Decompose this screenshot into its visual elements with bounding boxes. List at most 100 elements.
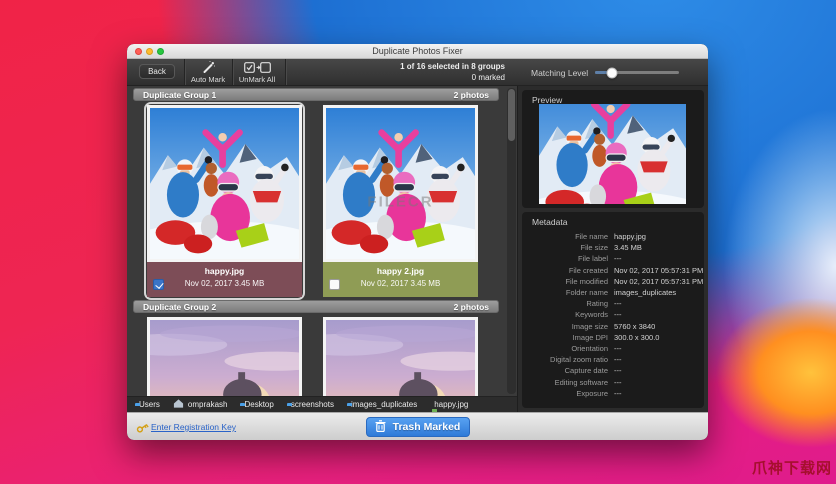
metadata-label: Image size <box>522 322 608 331</box>
title-bar[interactable]: Duplicate Photos Fixer <box>127 44 708 59</box>
metadata-row: Digital zoom ratio --- <box>522 354 704 365</box>
photo-thumbnail[interactable] <box>147 317 302 396</box>
photo-card[interactable]: FILECR happy 2.jpg Nov 02, 2017 3.45 MB <box>323 105 478 297</box>
metadata-label: File modified <box>522 277 608 286</box>
unmark-checkbox-icon <box>234 61 280 74</box>
window-title: Duplicate Photos Fixer <box>127 44 708 59</box>
metadata-value: Nov 02, 2017 05:57:31 PM <box>614 277 703 286</box>
metadata-row: File modified Nov 02, 2017 05:57:31 PM <box>522 276 704 287</box>
auto-mark-label: Auto Mark <box>185 75 231 84</box>
home-icon <box>173 398 184 411</box>
metadata-label: File label <box>522 254 608 263</box>
metadata-value: images_duplicates <box>614 288 676 297</box>
matching-level-slider[interactable] <box>595 71 679 74</box>
enter-registration-key-link[interactable]: Enter Registration Key <box>151 422 236 432</box>
group-title: Duplicate Group 1 <box>143 90 216 100</box>
trash-marked-button[interactable]: Trash Marked <box>366 417 470 437</box>
path-item-label: Desktop <box>244 400 273 409</box>
metadata-value: Nov 02, 2017 05:57:31 PM <box>614 266 703 275</box>
metadata-row: Keywords --- <box>522 309 704 320</box>
photo-card[interactable] <box>147 317 302 396</box>
unmark-all-button[interactable]: UnMark All <box>234 61 280 84</box>
metadata-label: Keywords <box>522 310 608 319</box>
metadata-row: Editing software --- <box>522 376 704 387</box>
photo-watermark: FILECR <box>367 193 433 210</box>
matching-level-label: Matching Level <box>531 68 588 78</box>
metadata-label: Capture date <box>522 366 608 375</box>
selection-stats: 1 of 16 selected in 8 groups 0 marked <box>400 62 505 82</box>
metadata-label: Editing software <box>522 378 608 387</box>
metadata-title: Metadata <box>522 212 704 227</box>
selection-summary: 1 of 16 selected in 8 groups <box>400 62 505 71</box>
metadata-value: --- <box>614 355 622 364</box>
metadata-label: Digital zoom ratio <box>522 355 608 364</box>
photo-thumbnail[interactable] <box>323 317 478 396</box>
group-title: Duplicate Group 2 <box>143 302 216 312</box>
metadata-value: --- <box>614 378 622 387</box>
photo-filename: happy 2.jpg <box>323 266 478 276</box>
path-item[interactable]: images_duplicates <box>347 400 417 409</box>
metadata-row: Image DPI 300.0 x 300.0 <box>522 332 704 343</box>
path-item-label: omprakash <box>188 400 228 409</box>
trash-icon <box>375 420 386 435</box>
photo-info: Nov 02, 2017 3.45 MB <box>323 279 478 288</box>
metadata-label: File created <box>522 266 608 275</box>
toolbar-separator <box>232 59 233 85</box>
path-item[interactable]: Desktop <box>240 400 273 409</box>
path-item[interactable]: Users <box>135 400 160 409</box>
photo-thumbnail[interactable] <box>147 105 302 262</box>
magic-wand-icon <box>185 61 231 74</box>
group-header: Duplicate Group 2 2 photos <box>133 300 499 313</box>
mark-checkbox[interactable] <box>153 279 164 290</box>
bottom-bar: Enter Registration Key Trash Marked <box>127 412 708 440</box>
metadata-row: Exposure--- <box>522 388 704 399</box>
preview-image <box>539 104 686 204</box>
unmark-all-label: UnMark All <box>234 75 280 84</box>
metadata-value: happy.jpg <box>614 232 646 241</box>
key-icon <box>136 421 149 439</box>
app-window: Duplicate Photos Fixer Back Auto Mark <box>127 44 708 440</box>
metadata-row: Rating --- <box>522 298 704 309</box>
path-item-label: images_duplicates <box>351 400 417 409</box>
site-watermark: 爪神下载网 <box>752 457 832 478</box>
scrollbar[interactable] <box>507 88 516 394</box>
path-item[interactable]: omprakash <box>173 398 228 411</box>
mark-checkbox[interactable] <box>329 279 340 290</box>
marked-summary: 0 marked <box>400 73 505 82</box>
metadata-value: 3.45 MB <box>614 243 642 252</box>
details-panel: Preview Metadata File namehappy.jpgFile … <box>517 86 708 412</box>
photo-thumbnail[interactable]: FILECR <box>323 105 478 262</box>
auto-mark-button[interactable]: Auto Mark <box>185 61 231 84</box>
metadata-label: File name <box>522 232 608 241</box>
metadata-label: File size <box>522 243 608 252</box>
photo-card[interactable]: happy.jpg Nov 02, 2017 3.45 MB <box>147 105 302 297</box>
path-item-label: Users <box>139 400 160 409</box>
metadata-value: --- <box>614 299 622 308</box>
path-item-label: screenshots <box>291 400 334 409</box>
metadata-label: Image DPI <box>522 333 608 342</box>
metadata-label: Orientation <box>522 344 608 353</box>
content-area: Duplicate Group 1 2 photos happy.jpg Nov… <box>127 86 708 412</box>
metadata-row: Orientation --- <box>522 343 704 354</box>
back-button[interactable]: Back <box>139 64 175 79</box>
photo-card[interactable] <box>323 317 478 396</box>
metadata-row: File size 3.45 MB <box>522 242 704 253</box>
toolbar-separator <box>285 59 286 85</box>
metadata-value: --- <box>614 310 622 319</box>
metadata-value: 300.0 x 300.0 <box>614 333 659 342</box>
duplicate-groups-scroll[interactable]: Duplicate Group 1 2 photos happy.jpg Nov… <box>127 86 517 396</box>
preview-title: Preview <box>522 90 704 105</box>
metadata-label: Rating <box>522 299 608 308</box>
duplicates-list-panel: Duplicate Group 1 2 photos happy.jpg Nov… <box>127 86 517 412</box>
matching-level-thumb[interactable] <box>606 67 617 78</box>
path-item[interactable]: screenshots <box>287 400 334 409</box>
toolbar: Back Auto Mark <box>127 59 708 86</box>
metadata-value: --- <box>614 344 622 353</box>
scrollbar-thumb[interactable] <box>508 89 515 141</box>
metadata-row: Folder nameimages_duplicates <box>522 287 704 298</box>
path-item[interactable]: happy.jpg <box>430 400 468 409</box>
group-count: 2 photos <box>454 302 489 312</box>
metadata-value: --- <box>614 254 622 263</box>
preview-panel: Preview <box>522 90 704 208</box>
group-count: 2 photos <box>454 90 489 100</box>
